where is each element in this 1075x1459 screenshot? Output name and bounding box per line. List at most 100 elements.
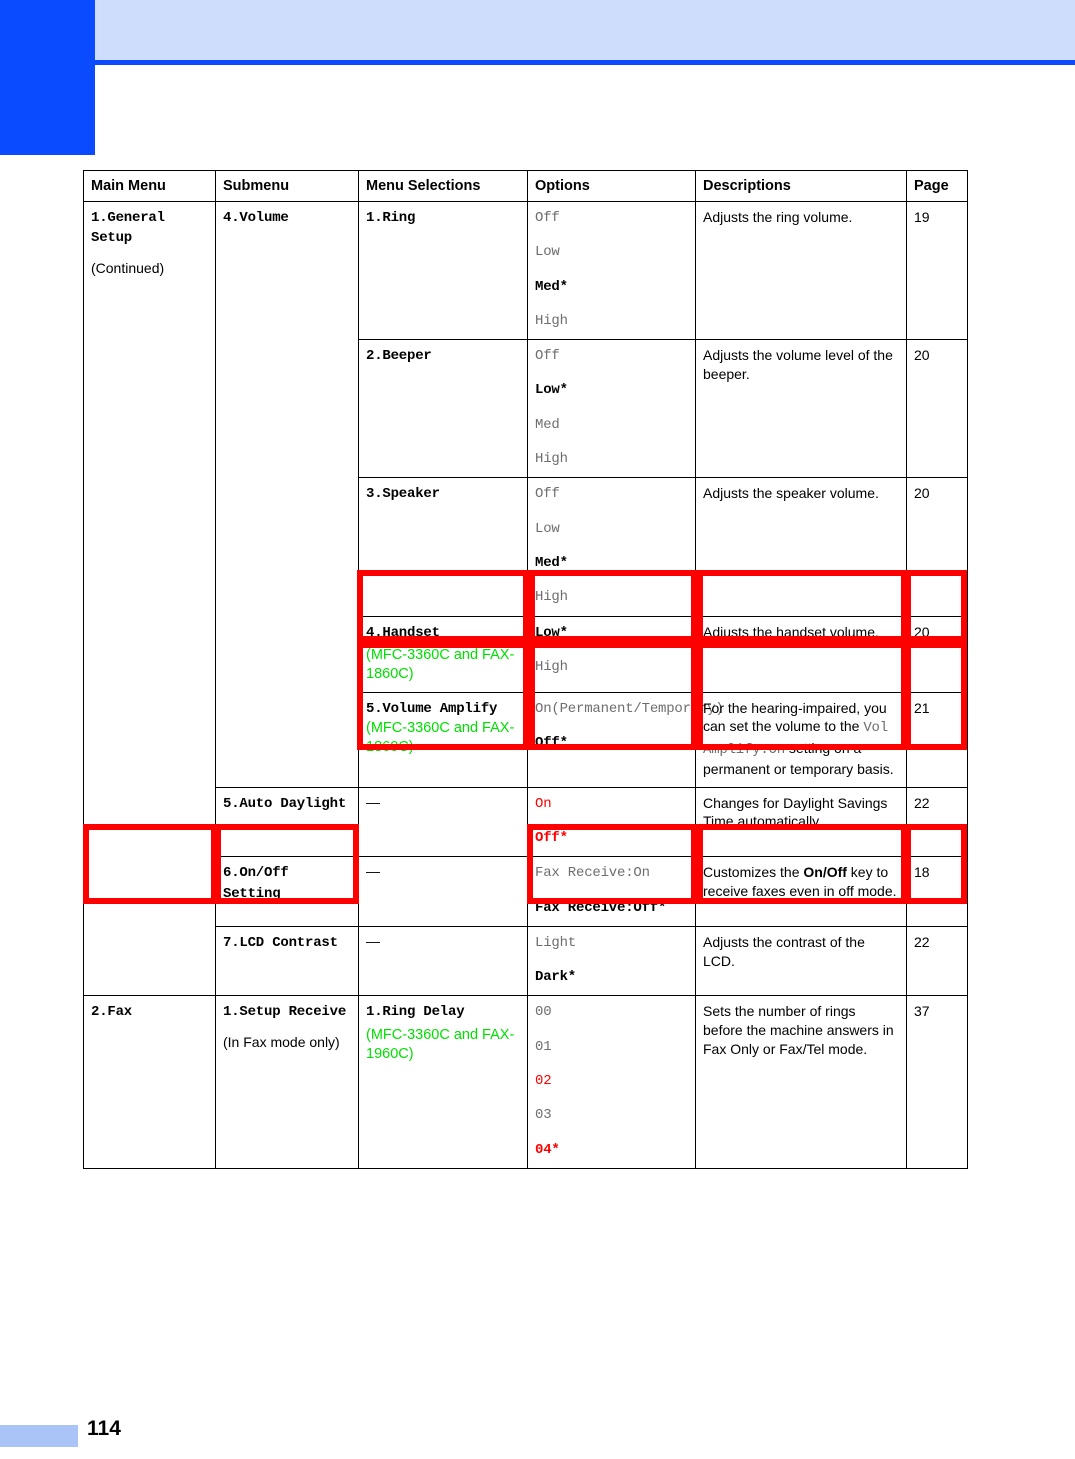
description-text: For the hearing-impaired, you can set th… [703,699,899,779]
submenu-label: 1.Setup Receive [223,1004,347,1021]
option-item: Low [535,244,560,261]
page-ref: 20 [914,485,930,502]
cell-selection-volume-amplify: 5.Volume Amplify (MFC-3360C and FAX-1860… [358,691,528,788]
selection-dash: — [366,932,380,949]
option-item: Off [535,348,560,365]
description-text: Adjusts the speaker volume. [703,485,879,502]
description-part: For the hearing-impaired, you can set th… [703,699,887,735]
option-item: 01 [535,1038,552,1055]
description-text: Adjusts the volume level of the beeper. [703,347,893,382]
page-ref: 22 [914,933,930,950]
description-keyname: On/Off [803,864,847,881]
option-item: Off [535,210,560,226]
main-menu-note: (Continued) [91,259,165,276]
page-ref: 20 [914,623,930,640]
submenu-note: (In Fax mode only) [223,1033,340,1050]
cell-page-ring: 19 [906,200,968,341]
description-text: Changes for Daylight Savings Time automa… [703,794,888,830]
main-menu-label: 1.General Setup [91,210,165,247]
cell-options-onoff-setting: Fax Receive:On Fax Receive:Off* [527,856,696,927]
submenu-label: 7.LCD Contrast [223,934,338,951]
option-item-default: Low* [535,382,568,399]
selection-label: 2.Beeper [366,348,432,365]
table-row: 6.On/Off Setting — Fax Receive:On Fax Re… [84,856,968,927]
option-item-default: Off* [535,829,568,846]
header-blue-band [95,0,1075,60]
table-row: 7.LCD Contrast — Light Dark* Adjusts the… [84,925,968,997]
cell-submenu-volume: 4.Volume [215,201,359,788]
cell-page-lcd-contrast: 22 [906,925,968,997]
cell-description-speaker: Adjusts the speaker volume. [695,477,907,617]
option-item: On [535,795,552,812]
cell-page-onoff-setting: 18 [906,856,968,927]
cell-submenu-setup-receive: 1.Setup Receive (In Fax mode only) [215,995,359,1169]
table-header-row: Main Menu Submenu Menu Selections Option… [83,170,968,202]
option-item: High [535,312,568,329]
cell-options-lcd-contrast: Light Dark* [527,925,696,997]
table-row: 2.Fax 1.Setup Receive (In Fax mode only)… [83,995,968,1169]
cell-selection-auto-daylight: — [358,786,528,858]
option-item: 00 [535,1004,552,1021]
cell-description-volume-amplify: For the hearing-impaired, you can set th… [695,691,907,788]
cell-options-speaker: Off Low Med* High [527,477,696,617]
cell-page-volume-amplify: 21 [906,691,968,788]
description-text: Adjusts the handset volume. [703,623,879,640]
option-item-default: Med* [535,554,568,571]
description-part: Customizes the [703,864,804,881]
page-ref: 22 [914,794,930,811]
option-item: Med [535,416,560,433]
option-item: On [535,700,552,717]
option-item: Fax Receive:On [535,865,650,882]
option-item: High [535,658,568,675]
col-header-main-menu: Main Menu [83,170,216,202]
option-item-default: Fax Receive:Off* [535,899,667,916]
cell-selection-beeper: 2.Beeper [358,339,528,479]
cell-main-menu-general-setup: 1.General Setup (Continued) [83,200,216,997]
selection-label: 4.Handset [366,624,440,641]
table-row: 5.Auto Daylight — On Off* Changes for Da… [84,786,968,858]
cell-page-ring-delay: 37 [906,995,968,1169]
cell-description-onoff-setting: Customizes the On/Off key to receive fax… [695,856,907,927]
option-item: Low [535,520,560,537]
cell-selection-handset: 4.Handset (MFC-3360C and FAX-1860C) [358,615,528,693]
cell-description-ring-delay: Sets the number of rings before the mach… [695,995,907,1169]
description-text: Adjusts the contrast of the LCD. [703,933,865,969]
cell-selection-speaker: 3.Speaker [358,477,528,617]
option-item-default: Med* [535,278,568,295]
option-item: 03 [535,1107,552,1124]
selection-label: 1.Ring Delay [366,1004,465,1021]
cell-page-handset: 20 [906,615,968,693]
page-number: 114 [87,1417,121,1440]
selection-label: 5.Volume Amplify [366,700,498,717]
col-header-descriptions: Descriptions [695,170,907,202]
cell-selection-ring-delay: 1.Ring Delay (MFC-3360C and FAX-1960C) [358,995,528,1169]
submenu-label: 6.On/Off Setting [223,865,289,902]
header-rule [95,60,1075,65]
option-item-default: Low* [535,624,568,641]
cell-description-handset: Adjusts the handset volume. [695,615,907,693]
description-text: Adjusts the ring volume. [703,209,853,225]
selection-model-note: (MFC-3360C and FAX-1860C) [366,646,515,682]
option-item-default: Dark* [535,969,577,986]
option-item: 02 [535,1073,552,1090]
cell-options-volume-amplify: On(Permanent/Temporary) Off* [527,691,724,788]
selection-label: 1.Ring [366,210,416,226]
option-item: High [535,589,568,606]
cell-options-ring: Off Low Med* High [527,200,696,341]
cell-selection-lcd-contrast: — [358,925,528,997]
cell-submenu-onoff-setting: 6.On/Off Setting [215,856,359,927]
option-item-qualifier: (Permanent/Temporary) [551,700,724,717]
cell-description-lcd-contrast: Adjusts the contrast of the LCD. [695,925,907,997]
selection-dash: — [366,793,380,810]
cell-main-menu-fax: 2.Fax [83,995,216,1169]
page-ref: 37 [914,1003,930,1020]
main-menu-label: 2.Fax [91,1004,133,1021]
page-ref: 18 [914,864,930,881]
selection-model-note: (MFC-3360C and FAX-1960C) [366,1026,515,1062]
col-header-menu-selections: Menu Selections [358,170,528,202]
cell-options-handset: Low* High [527,615,696,693]
cell-page-speaker: 20 [906,477,968,617]
table-row: 1.General Setup (Continued) 4.Volume 1.R… [83,200,968,997]
cell-options-ring-delay: 00 01 02 03 04* [527,995,696,1169]
selection-label: 3.Speaker [366,486,440,503]
